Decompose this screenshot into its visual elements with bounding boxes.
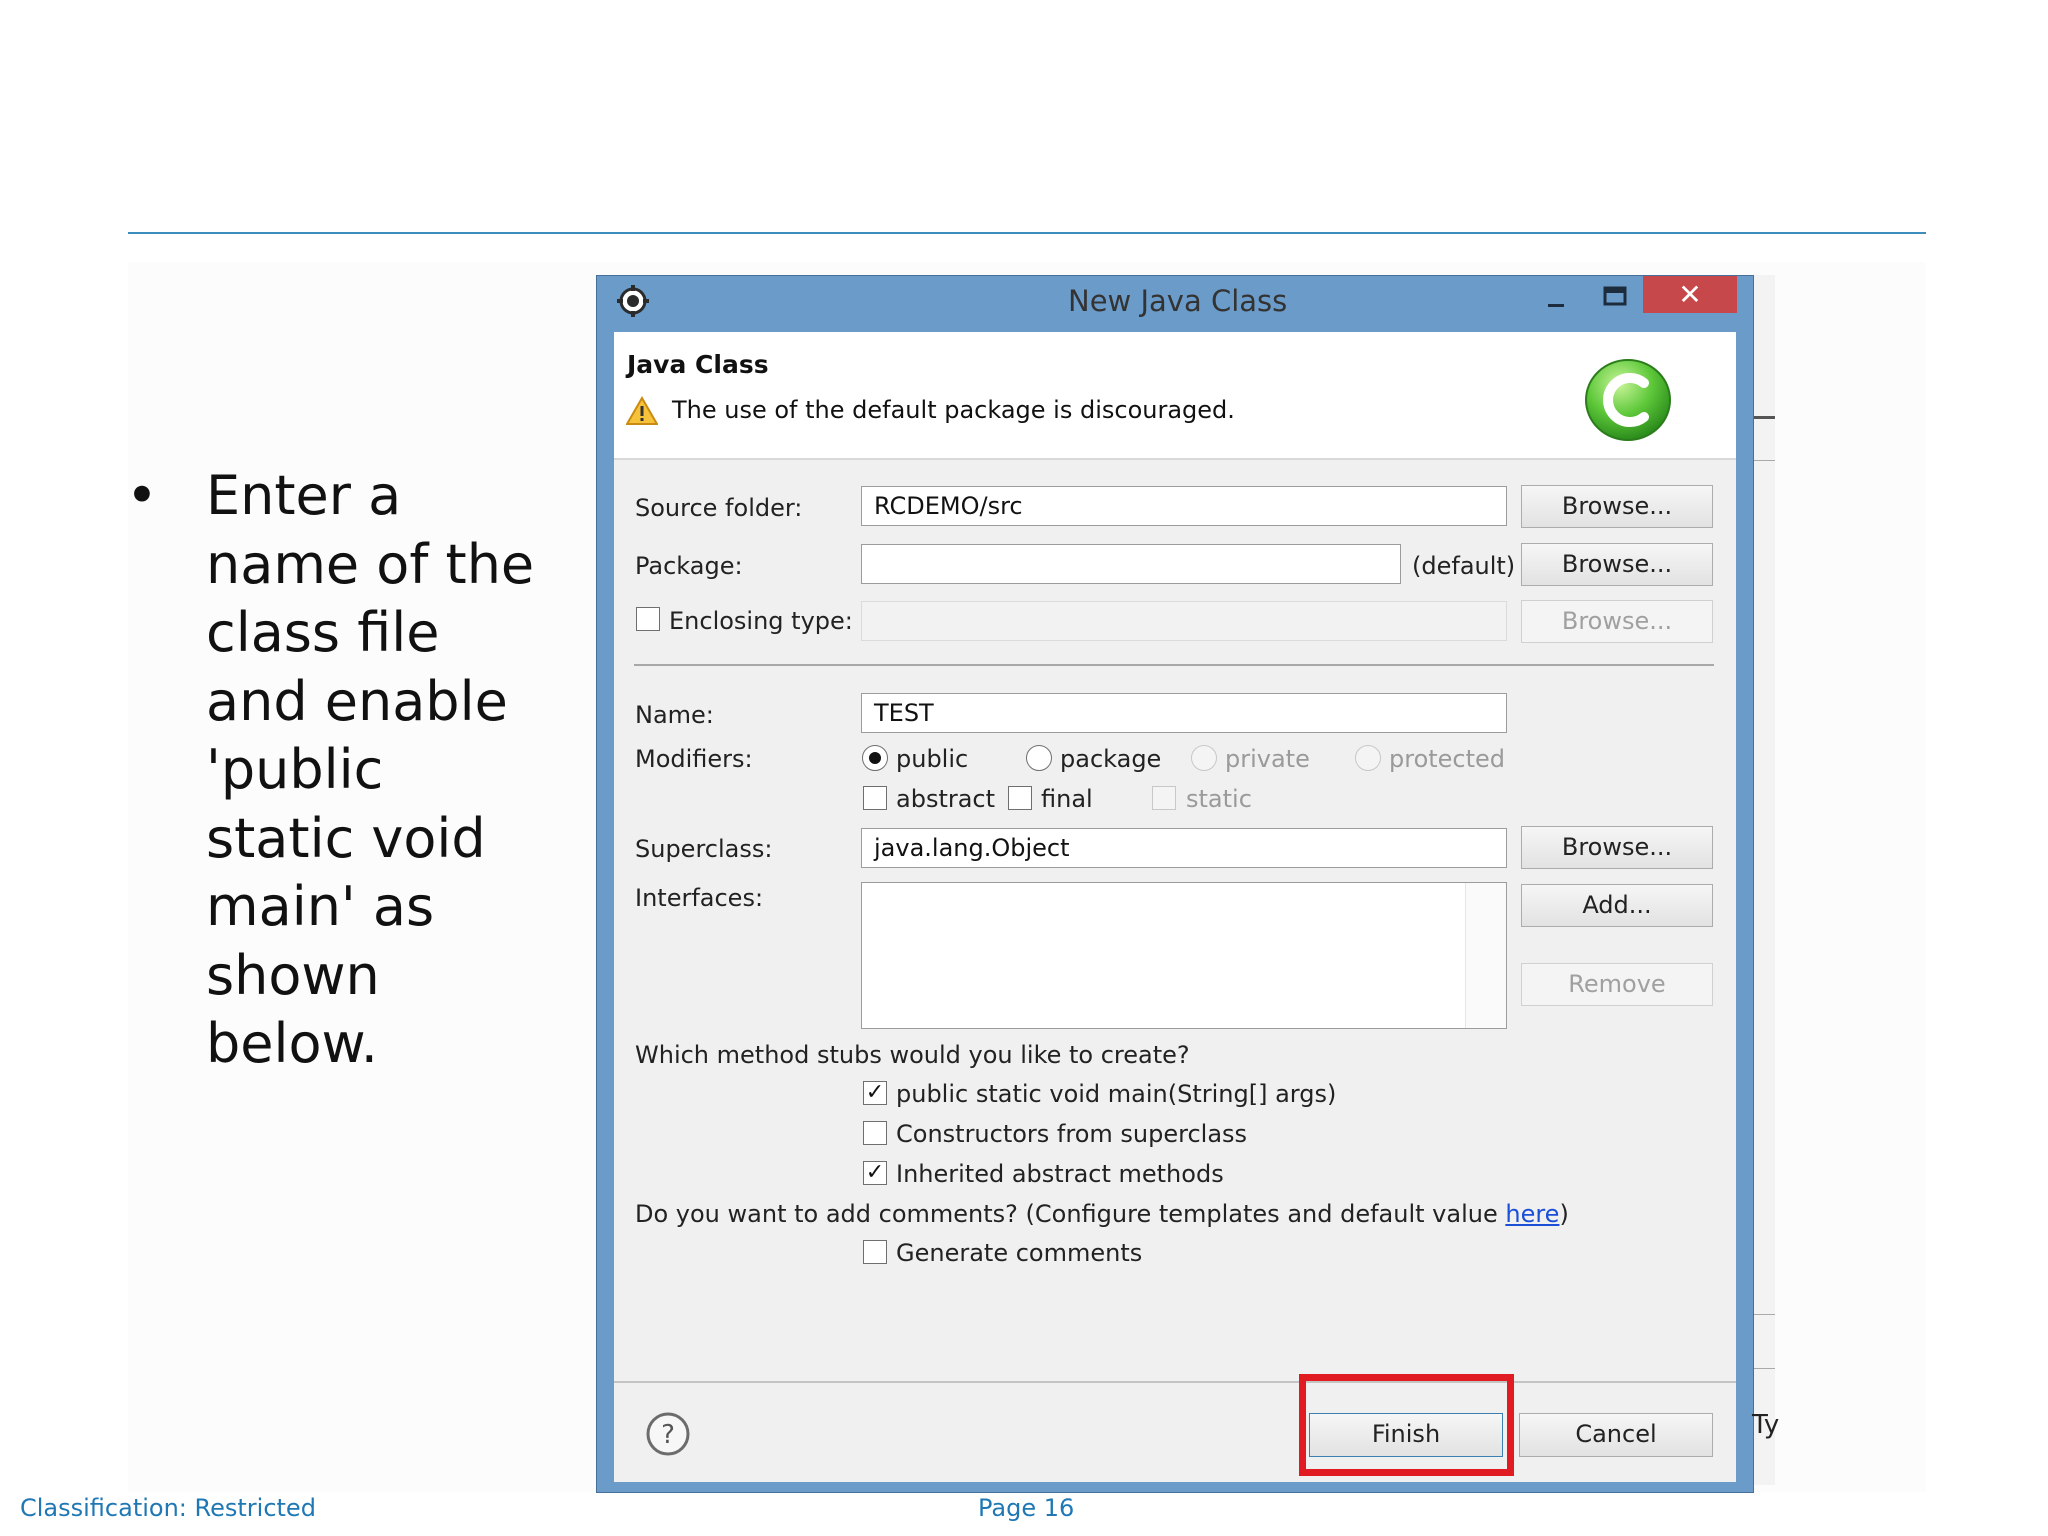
stub-inherited-label: Inherited abstract methods [896,1160,1224,1188]
bullet-line: class file [206,601,440,664]
title-divider-line [128,232,1926,234]
superclass-label: Superclass: [635,835,773,863]
bullet-line: main' as [206,875,435,938]
bullet-line: static void [206,806,486,870]
bullet-line: 'public [206,738,384,801]
close-icon: ✕ [1678,278,1702,311]
radio-selected-dot [869,752,881,764]
stub-main-label: public static void main(String[] args) [896,1080,1337,1108]
interfaces-list-scrollbar[interactable] [1465,883,1506,1028]
interfaces-label: Interfaces: [635,884,764,912]
source-folder-input[interactable]: RCDEMO/src [861,486,1507,526]
package-default-label: (default) [1412,552,1516,580]
bullet-marker: • [126,464,158,527]
stub-main-checkbox[interactable]: ✓ [863,1081,887,1105]
bullet-line: shown [206,943,380,1007]
help-glyph: ? [661,1420,675,1450]
generate-comments-checkbox[interactable] [863,1240,887,1264]
background-window-text: Ty [1752,1410,1780,1440]
source-folder-label: Source folder: [635,494,803,522]
cancel-button[interactable]: Cancel [1519,1413,1713,1457]
dialog-title: New Java Class [1068,284,1288,318]
footer-classification: Classification: Restricted [20,1494,316,1522]
remove-interface-button[interactable]: Remove [1521,963,1713,1006]
finish-highlight-box [1299,1374,1514,1476]
minimize-icon[interactable] [1540,280,1570,320]
modifier-protected-label: protected [1389,745,1506,773]
background-window-divider [1752,416,1775,419]
name-label: Name: [635,701,714,729]
method-stubs-question: Which method stubs would you like to cre… [635,1041,1190,1069]
bullet-line: Enter a [206,464,402,527]
generate-comments-label: Generate comments [896,1239,1143,1267]
modifier-protected-radio[interactable] [1355,745,1381,771]
close-button[interactable]: ✕ [1643,276,1737,313]
add-interface-button[interactable]: Add... [1521,884,1713,927]
stub-constructors-label: Constructors from superclass [896,1120,1248,1148]
modifier-abstract-checkbox[interactable] [863,786,887,810]
comments-question-text: Do you want to add comments? (Configure … [635,1200,1506,1228]
package-input[interactable] [861,544,1401,584]
bullet-line: below. [206,1012,378,1075]
modifier-private-label: private [1225,745,1310,773]
stub-constructors-checkbox[interactable] [863,1121,887,1145]
footer-page-number: Page 16 [978,1494,1075,1522]
modifier-public-label: public [896,745,969,773]
enclosing-type-checkbox[interactable] [636,607,660,631]
bullet-text: Enter a name of the class file and enabl… [206,462,546,1079]
enclosing-type-label: Enclosing type: [669,607,853,635]
class-name-input[interactable]: TEST [861,693,1507,733]
help-icon[interactable]: ? [645,1411,691,1457]
button-bar-separator [614,1381,1736,1383]
source-folder-browse-button[interactable]: Browse... [1521,485,1713,528]
modifier-static-label: static [1186,785,1252,813]
header-title: Java Class [627,350,769,379]
modifier-public-radio[interactable] [862,745,888,771]
modifier-package-label: package [1060,745,1162,773]
enclosing-type-input[interactable] [861,601,1507,641]
modifier-package-radio[interactable] [1026,745,1052,771]
comments-question-close: ) [1559,1200,1569,1228]
modifier-final-checkbox[interactable] [1008,786,1032,810]
background-window-divider [1752,1368,1775,1369]
superclass-input[interactable]: java.lang.Object [861,828,1507,868]
interfaces-list[interactable] [861,882,1507,1029]
header-message: The use of the default package is discou… [672,396,1235,424]
section-separator [634,664,1714,666]
background-window-divider [1752,1314,1775,1315]
modifier-abstract-label: abstract [896,785,996,813]
enclosing-type-browse-button[interactable]: Browse... [1521,600,1713,643]
package-browse-button[interactable]: Browse... [1521,543,1713,586]
background-window-divider [1752,460,1775,461]
bullet-line: and enable [206,669,508,733]
bullet-line: name of the [206,532,535,596]
comments-question: Do you want to add comments? (Configure … [635,1200,1569,1228]
stub-inherited-checkbox[interactable]: ✓ [863,1161,887,1185]
maximize-icon[interactable] [1600,282,1630,318]
warning-icon [626,396,658,425]
java-class-c-icon [1585,359,1671,441]
modifiers-label: Modifiers: [635,745,753,773]
configure-templates-link[interactable]: here [1505,1200,1559,1228]
eclipse-gear-icon [617,285,649,317]
package-label: Package: [635,552,743,580]
superclass-browse-button[interactable]: Browse... [1521,826,1713,869]
modifier-static-checkbox[interactable] [1152,786,1176,810]
modifier-private-radio[interactable] [1191,745,1217,771]
modifier-final-label: final [1041,785,1093,813]
